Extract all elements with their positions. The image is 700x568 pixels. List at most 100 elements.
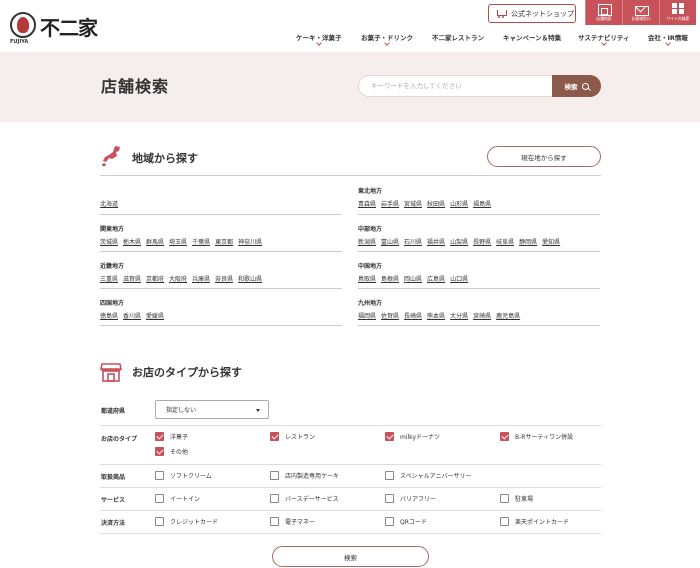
checkbox-empty-icon[interactable] xyxy=(155,494,164,503)
prefecture-link[interactable]: 熊本県 xyxy=(427,313,445,320)
prefecture-link[interactable]: 北海道 xyxy=(100,201,118,208)
prefecture-select[interactable]: 指定しない xyxy=(155,400,269,419)
shop-types-checkbox[interactable]: B-Rサーティワン併設 xyxy=(500,432,573,441)
prefecture-link[interactable]: 茨城県 xyxy=(100,239,118,246)
prefecture-link[interactable]: 広島県 xyxy=(427,276,445,283)
services-checkbox[interactable]: イートイン xyxy=(155,494,200,503)
prefecture-link[interactable]: 静岡県 xyxy=(519,239,537,246)
checkbox-empty-icon[interactable] xyxy=(500,494,509,503)
checkbox-checked-icon[interactable] xyxy=(270,432,279,441)
checkbox-empty-icon[interactable] xyxy=(270,517,279,526)
prefecture-link[interactable]: 島根県 xyxy=(381,276,399,283)
checkbox-empty-icon[interactable] xyxy=(270,471,279,480)
prefecture-link[interactable]: 山形県 xyxy=(450,201,468,208)
nav-campaign[interactable]: キャンペーン＆特集 xyxy=(503,32,561,42)
shop-types-checkbox[interactable]: レストラン xyxy=(270,432,315,441)
shop-types-checkbox[interactable]: milkyドーナツ xyxy=(385,432,440,441)
prefecture-link[interactable]: 宮崎県 xyxy=(473,313,491,320)
checkbox-label: バースデーサービス xyxy=(285,496,339,503)
checkbox-checked-icon[interactable] xyxy=(500,432,509,441)
prefecture-link[interactable]: 栃木県 xyxy=(123,239,141,246)
prefecture-link[interactable]: 神奈川県 xyxy=(238,239,262,246)
checkbox-checked-icon[interactable] xyxy=(155,447,164,456)
checkbox-empty-icon[interactable] xyxy=(500,517,509,526)
search-submit-button[interactable]: 検索 xyxy=(272,546,429,567)
nav-cake[interactable]: ケーキ・洋菓子 xyxy=(296,32,342,46)
prefecture-link[interactable]: 徳島県 xyxy=(100,313,118,320)
checkbox-empty-icon[interactable] xyxy=(155,471,164,480)
services-checkbox[interactable]: バリアフリー xyxy=(385,494,436,503)
prefecture-link[interactable]: 埼玉県 xyxy=(169,239,187,246)
prefecture-link[interactable]: 滋賀県 xyxy=(123,276,141,283)
nav-company[interactable]: 会社・IR情報 xyxy=(648,32,688,46)
prefecture-link[interactable]: 青森県 xyxy=(358,201,376,208)
prefecture-link[interactable]: 福島県 xyxy=(473,201,491,208)
checkbox-empty-icon[interactable] xyxy=(385,471,394,480)
prefecture-link[interactable]: 岡山県 xyxy=(404,276,422,283)
checkbox-empty-icon[interactable] xyxy=(385,494,394,503)
prefecture-link[interactable]: 兵庫県 xyxy=(192,276,210,283)
keyword-search-input[interactable] xyxy=(358,75,554,97)
online-shop-button[interactable]: 公式ネットショップ xyxy=(488,4,576,23)
prefecture-link[interactable]: 千葉県 xyxy=(192,239,210,246)
prefecture-link[interactable]: 福岡県 xyxy=(358,313,376,320)
prefecture-link[interactable]: 福井県 xyxy=(427,239,445,246)
payments-checkbox[interactable]: クレジットカード xyxy=(155,517,218,526)
prefecture-link[interactable]: 奈良県 xyxy=(215,276,233,283)
prefecture-link[interactable]: 石川県 xyxy=(404,239,422,246)
checkbox-empty-icon[interactable] xyxy=(155,517,164,526)
keyword-search-button[interactable]: 検索 xyxy=(552,75,601,97)
fujiya-logo[interactable]: 不二家 FUJIYA xyxy=(10,12,100,45)
checkbox-checked-icon[interactable] xyxy=(155,432,164,441)
prefecture-link[interactable]: 三重県 xyxy=(100,276,118,283)
nav-sustainability[interactable]: サステナビリティ xyxy=(578,32,629,46)
payments-checkbox[interactable]: 楽天ポイントカード xyxy=(500,517,569,526)
prefecture-link[interactable]: 佐賀県 xyxy=(381,313,399,320)
prefecture-link[interactable]: 大分県 xyxy=(450,313,468,320)
prefecture-link[interactable]: 長崎県 xyxy=(404,313,422,320)
payments-checkbox[interactable]: 電子マネー xyxy=(270,517,315,526)
nav-restaurant[interactable]: 不二家レストラン xyxy=(432,32,484,42)
prefecture-link[interactable]: 富山県 xyxy=(381,239,399,246)
search-submit-label: 検索 xyxy=(344,553,357,562)
current-location-button[interactable]: 現在地から探す xyxy=(487,146,601,167)
nav-snacks[interactable]: お菓子・ドリンク xyxy=(361,32,413,46)
prefecture-link[interactable]: 愛知県 xyxy=(542,239,560,246)
prefecture-link[interactable]: 鹿児島県 xyxy=(496,313,520,320)
prefecture-link[interactable]: 長野県 xyxy=(473,239,491,246)
products-checkbox[interactable]: スペシャルアニバーサリー xyxy=(385,471,471,480)
products-checkbox[interactable]: 店内製造専用ケーキ xyxy=(270,471,339,480)
prefecture-label: 都道府県 xyxy=(101,408,126,415)
services-checkbox[interactable]: バースデーサービス xyxy=(270,494,339,503)
prefecture-link[interactable]: 岩手県 xyxy=(381,201,399,208)
checkbox-checked-icon[interactable] xyxy=(385,432,394,441)
prefecture-link[interactable]: 山口県 xyxy=(450,276,468,283)
prefecture-link[interactable]: 愛媛県 xyxy=(146,313,164,320)
prefecture-link[interactable]: 群馬県 xyxy=(146,239,164,246)
prefecture-link[interactable]: 東京都 xyxy=(215,239,233,246)
checkbox-label: 楽天ポイントカード xyxy=(515,519,570,526)
prefecture-link[interactable]: 和歌山県 xyxy=(238,276,262,283)
products-checkbox[interactable]: ソフトクリーム xyxy=(155,471,212,480)
contact-top-button[interactable]: お客様窓口 xyxy=(622,0,659,25)
prefecture-link[interactable]: 山梨県 xyxy=(450,239,468,246)
shop-types-checkbox[interactable]: 洋菓子 xyxy=(155,432,188,441)
store-search-top-button[interactable]: 店舗検索 xyxy=(585,0,622,25)
prefecture-link[interactable]: 新潟県 xyxy=(358,239,376,246)
prefecture-link[interactable]: 京都府 xyxy=(146,276,164,283)
prefecture-link[interactable]: 鳥取県 xyxy=(358,276,376,283)
site-search-top-button[interactable]: サイト内検索 xyxy=(659,0,696,25)
services-checkbox[interactable]: 駐車場 xyxy=(500,494,533,503)
prefecture-link[interactable]: 岐阜県 xyxy=(496,239,514,246)
region-name: 東北地方 xyxy=(358,188,383,195)
prefecture-link[interactable]: 秋田県 xyxy=(427,201,445,208)
prefecture-link[interactable]: 宮城県 xyxy=(404,201,422,208)
checkbox-label: クレジットカード xyxy=(170,519,219,526)
checkbox-empty-icon[interactable] xyxy=(270,494,279,503)
checkbox-empty-icon[interactable] xyxy=(385,517,394,526)
prefecture-link[interactable]: 大阪府 xyxy=(169,276,187,283)
payments-checkbox[interactable]: QRコード xyxy=(385,517,427,526)
prefecture-link[interactable]: 香川県 xyxy=(123,313,141,320)
payment-label: 決済方法 xyxy=(101,520,126,527)
shop-types-checkbox[interactable]: その他 xyxy=(155,447,188,456)
